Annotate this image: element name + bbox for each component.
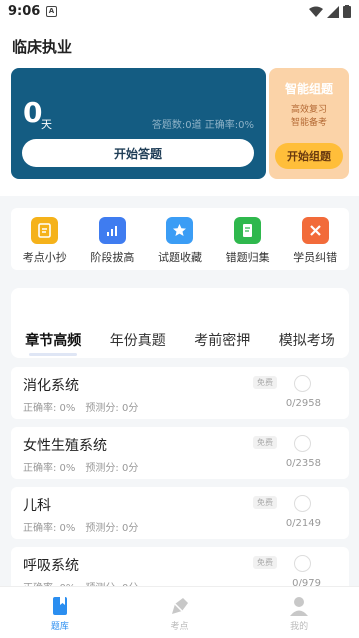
tab-chapter-frequent[interactable]: 章节高频 xyxy=(25,330,81,356)
chapter-meta: 正确率: 0% 预测分: 0分 xyxy=(23,399,138,414)
smart-quiz-line2: 智能备考 xyxy=(290,118,327,128)
quick-action-notes[interactable]: 考点小抄 xyxy=(11,208,79,270)
chapter-progress: 0/2358 xyxy=(285,458,321,469)
quick-action-label: 错题归集 xyxy=(225,251,270,264)
free-badge: 免费 xyxy=(253,376,277,389)
smart-quiz-card[interactable]: 智能组题 高效复习 智能备考 开始组题 xyxy=(269,68,349,179)
chapter-row[interactable]: 女性生殖系统 正确率: 0% 预测分: 0分 免费 0/2358 xyxy=(11,427,349,479)
quick-action-label: 试题收藏 xyxy=(157,251,202,264)
quick-action-favorites[interactable]: 试题收藏 xyxy=(146,208,214,270)
start-smart-quiz-button[interactable]: 开始组题 xyxy=(275,143,343,169)
tab-mock-exam[interactable]: 模拟考场 xyxy=(279,330,335,354)
notes-icon xyxy=(31,217,59,244)
nav-label: 题库 xyxy=(50,622,69,632)
chapter-name: 呼吸系统 xyxy=(23,558,79,574)
free-badge: 免费 xyxy=(253,496,277,509)
chapter-meta: 正确率: 0% 预测分: 0分 xyxy=(23,519,138,534)
nav-label: 我的 xyxy=(290,622,309,632)
chapter-progress: 0/2149 xyxy=(285,518,321,529)
quick-action-corrections[interactable]: 学员纠错 xyxy=(281,208,349,270)
smart-quiz-subtitle: 高效复习 智能备考 xyxy=(269,104,349,130)
quick-action-label: 阶段拔高 xyxy=(90,251,135,264)
progress-circle-icon xyxy=(294,375,311,392)
app-header: 临床执业 xyxy=(0,26,359,66)
battery-icon xyxy=(343,5,351,18)
nav-profile[interactable]: 我的 xyxy=(239,587,359,638)
category-tabs: 章节高频 年份真题 考前密押 模拟考场 xyxy=(11,330,349,356)
chapter-name: 消化系统 xyxy=(23,378,79,394)
question-bank-icon xyxy=(49,595,71,617)
quick-action-label: 考点小抄 xyxy=(22,251,67,264)
bar-chart-icon xyxy=(98,217,126,244)
nav-question-bank[interactable]: 题库 xyxy=(0,587,120,638)
chapter-row[interactable]: 消化系统 正确率: 0% 预测分: 0分 免费 0/2958 xyxy=(11,367,349,419)
smart-quiz-title: 智能组题 xyxy=(284,82,333,96)
status-time: 9:06 xyxy=(8,4,41,19)
chapter-predicted-score: 预测分: 0分 xyxy=(85,463,139,474)
quick-action-mistakes[interactable]: 错题归集 xyxy=(214,208,282,270)
bottom-navigation: 题库 考点 我的 xyxy=(0,586,359,638)
chapter-predicted-score: 预测分: 0分 xyxy=(85,523,139,534)
chapter-meta: 正确率: 0% 预测分: 0分 xyxy=(23,459,138,474)
category-tabs-card: 章节高频 年份真题 考前密押 模拟考场 xyxy=(11,288,349,358)
profile-icon xyxy=(288,595,310,617)
status-bar: 9:06 A xyxy=(0,0,359,26)
book-icon xyxy=(234,217,262,244)
progress-circle-icon xyxy=(294,435,311,452)
answer-summary: 答题数:0道 正确率:0% xyxy=(151,120,254,131)
chapter-accuracy: 正确率: 0% xyxy=(23,403,76,414)
tab-pre-exam[interactable]: 考前密押 xyxy=(194,330,250,354)
progress-circle-icon xyxy=(294,495,311,512)
chapter-row[interactable]: 儿科 正确率: 0% 预测分: 0分 免费 0/2149 xyxy=(11,487,349,539)
chapter-name: 儿科 xyxy=(23,498,51,514)
chapter-accuracy: 正确率: 0% xyxy=(23,523,76,534)
notification-icon: A xyxy=(46,6,57,17)
smart-quiz-line1: 高效复习 xyxy=(290,105,327,115)
key-points-icon xyxy=(169,595,191,617)
page-title: 临床执业 xyxy=(12,38,73,56)
star-icon xyxy=(166,217,194,244)
system-icons xyxy=(309,5,351,18)
chapter-predicted-score: 预测分: 0分 xyxy=(85,403,139,414)
chapter-progress: 0/2958 xyxy=(285,398,321,409)
chapter-accuracy: 正确率: 0% xyxy=(23,463,76,474)
study-days-count: 0 xyxy=(23,96,43,129)
nav-label: 考点 xyxy=(170,622,189,632)
signal-icon xyxy=(327,5,339,18)
start-answering-button[interactable]: 开始答题 xyxy=(22,139,254,167)
tools-icon xyxy=(301,217,329,244)
free-badge: 免费 xyxy=(253,436,277,449)
quick-action-label: 学员纠错 xyxy=(293,251,338,264)
free-badge: 免费 xyxy=(253,556,277,569)
tab-past-papers[interactable]: 年份真题 xyxy=(110,330,166,354)
wifi-icon xyxy=(309,6,323,17)
study-days-unit: 天 xyxy=(41,118,52,131)
quick-action-advance[interactable]: 阶段拔高 xyxy=(79,208,147,270)
nav-key-points[interactable]: 考点 xyxy=(120,587,240,638)
chapter-name: 女性生殖系统 xyxy=(23,438,107,454)
quick-actions: 考点小抄 阶段拔高 试题收藏 错题归集 学员纠错 xyxy=(11,208,349,270)
stats-card: 0 天 答题数:0道 正确率:0% 开始答题 xyxy=(11,68,266,179)
progress-circle-icon xyxy=(294,555,311,572)
